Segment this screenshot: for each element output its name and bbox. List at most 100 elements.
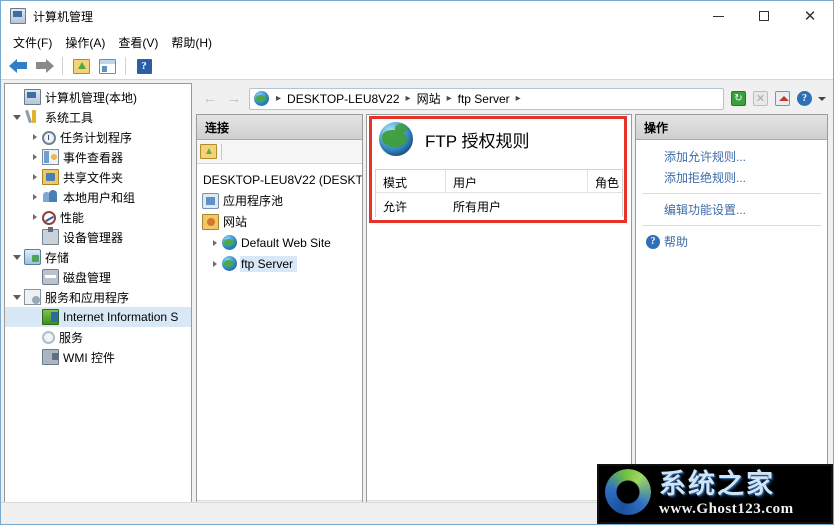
action-add-deny-rule[interactable]: 添加拒绝规则... (636, 167, 827, 188)
tree-item-performance[interactable]: 性能 (5, 207, 191, 227)
menu-file[interactable]: 文件(F) (9, 32, 61, 53)
page-title: FTP 授权规则 (425, 131, 530, 151)
tree-item-label: 系统工具 (45, 110, 94, 125)
actions-header: 操作 (636, 115, 827, 140)
globe-icon (222, 256, 237, 271)
tree-item-device-manager[interactable]: 设备管理器 (5, 227, 191, 247)
twisty-closed-icon[interactable] (27, 187, 42, 207)
menu-action[interactable]: 操作(A) (61, 32, 114, 53)
twisty-open-icon[interactable] (9, 287, 24, 307)
toolbar-separator (221, 143, 222, 160)
home-button[interactable] (772, 88, 793, 109)
panes-container: 计算机管理(本地) 系统工具 任务计划程序 事件查看器 共享文件夹 本地用户和组… (1, 80, 833, 524)
chevron-down-icon[interactable] (818, 96, 826, 101)
action-label: 帮助 (664, 235, 689, 249)
tree-item-shared-folders[interactable]: 共享文件夹 (5, 167, 191, 187)
wmi-control-icon (42, 349, 59, 365)
performance-icon (42, 210, 56, 225)
minimize-button[interactable] (695, 1, 741, 31)
column-header-roles[interactable]: 角色 (588, 170, 622, 192)
tree-item-task-scheduler[interactable]: 任务计划程序 (5, 127, 191, 147)
tree-item-event-viewer[interactable]: 事件查看器 (5, 147, 191, 167)
tree-item-disk-management[interactable]: 磁盘管理 (5, 267, 191, 287)
table-row[interactable]: 允许 所有用户 (376, 193, 622, 217)
twisty-closed-icon[interactable] (27, 167, 42, 187)
breadcrumb-server[interactable]: DESKTOP-LEU8V22 (285, 92, 402, 106)
connection-item-ftp-server[interactable]: ftp Server (197, 253, 362, 274)
iis-forward-button[interactable]: → (222, 88, 246, 110)
tree-item-label: 存储 (45, 250, 70, 265)
twisty-closed-icon[interactable] (27, 207, 42, 227)
twisty-closed-icon[interactable] (27, 147, 42, 167)
up-folder-button[interactable] (69, 55, 93, 77)
menu-help[interactable]: 帮助(H) (167, 32, 221, 53)
tree-item-label: 计算机管理(本地) (45, 90, 137, 105)
breadcrumb-sites[interactable]: 网站 (415, 90, 443, 107)
action-add-allow-rule[interactable]: 添加允许规则... (636, 146, 827, 167)
refresh-button[interactable]: ↻ (728, 88, 749, 109)
twisty-placeholder (9, 87, 24, 107)
connect-folder-icon[interactable] (200, 144, 217, 159)
table-header-row: 模式 用户 角色 (376, 170, 622, 193)
column-header-users[interactable]: 用户 (446, 170, 588, 192)
breadcrumb[interactable]: ▸ DESKTOP-LEU8V22 ▸ 网站 ▸ ftp Server ▸ (249, 87, 724, 110)
twisty-placeholder (27, 307, 42, 327)
toolbar-separator-1 (62, 57, 63, 75)
iis-icon (42, 309, 59, 325)
toolbar-help-button[interactable]: ? (132, 55, 156, 77)
tree-item-label: 任务计划程序 (60, 130, 133, 145)
tree-item-label: 本地用户和组 (63, 190, 136, 205)
back-button[interactable] (6, 55, 30, 77)
disk-management-icon (42, 269, 59, 285)
twisty-closed-icon[interactable] (207, 254, 222, 274)
tree-item-local-users-groups[interactable]: 本地用户和组 (5, 187, 191, 207)
tree-item-storage[interactable]: 存储 (5, 247, 191, 267)
breadcrumb-separator: ▸ (405, 93, 411, 104)
maximize-button[interactable] (741, 1, 787, 31)
iis-back-button[interactable]: ← (198, 88, 222, 110)
device-manager-icon (42, 227, 59, 245)
connection-item-label: DESKTOP-LEU8V22 (DESKT (203, 172, 362, 187)
breadcrumb-ftp-server[interactable]: ftp Server (456, 92, 512, 106)
computer-icon (24, 89, 41, 105)
watermark-logo-icon (601, 467, 655, 521)
forward-button[interactable] (32, 55, 56, 77)
show-hide-console-tree-icon (98, 58, 116, 74)
event-viewer-icon (42, 149, 59, 165)
close-button[interactable]: ✕ (787, 1, 833, 31)
ftp-authorization-globe-icon (379, 122, 413, 156)
computer-management-window: 计算机管理 ✕ 文件(F) 操作(A) 查看(V) 帮助(H) ? 计算机管理(… (0, 0, 834, 525)
tree-item-computer-management[interactable]: 计算机管理(本地) (5, 87, 191, 107)
twisty-open-icon[interactable] (9, 247, 24, 267)
help-icon: ? (797, 91, 812, 106)
action-help[interactable]: ? 帮助 (636, 231, 827, 252)
column-header-mode[interactable]: 模式 (376, 170, 446, 192)
computer-management-icon (10, 8, 26, 24)
action-label: 编辑功能设置... (664, 203, 747, 217)
content-pane: FTP 授权规则 模式 用户 角色 允许 所有用户 ‹ (366, 114, 632, 518)
tree-item-internet-information-services[interactable]: Internet Information S (5, 307, 191, 327)
toolbar: ? (1, 53, 833, 80)
tree-item-system-tools[interactable]: 系统工具 (5, 107, 191, 127)
connection-item-sites[interactable]: 网站 (197, 211, 362, 232)
action-edit-feature-settings[interactable]: 编辑功能设置... (636, 199, 827, 220)
action-label: 添加允许规则... (664, 150, 747, 164)
shared-folders-icon (42, 169, 59, 185)
connection-item-default-web-site[interactable]: Default Web Site (197, 232, 362, 253)
address-bar: ← → ▸ DESKTOP-LEU8V22 ▸ 网站 ▸ ftp Server … (194, 83, 830, 114)
tree-item-wmi-control[interactable]: WMI 控件 (5, 347, 191, 367)
tree-item-services[interactable]: 服务 (5, 327, 191, 347)
connection-item-server[interactable]: DESKTOP-LEU8V22 (DESKT (197, 169, 362, 190)
menu-view[interactable]: 查看(V) (114, 32, 167, 53)
show-hide-tree-button[interactable] (95, 55, 119, 77)
close-icon: ✕ (803, 6, 817, 25)
iis-help-button[interactable]: ? (794, 88, 815, 109)
system-tools-icon (24, 109, 41, 125)
connection-item-app-pools[interactable]: 应用程序池 (197, 190, 362, 211)
twisty-closed-icon[interactable] (27, 127, 42, 147)
twisty-closed-icon[interactable] (207, 233, 222, 253)
tree-item-services-applications[interactable]: 服务和应用程序 (5, 287, 191, 307)
stop-button[interactable]: ✕ (750, 88, 771, 109)
twisty-open-icon[interactable] (9, 107, 24, 127)
tree-item-label: 性能 (60, 210, 85, 225)
